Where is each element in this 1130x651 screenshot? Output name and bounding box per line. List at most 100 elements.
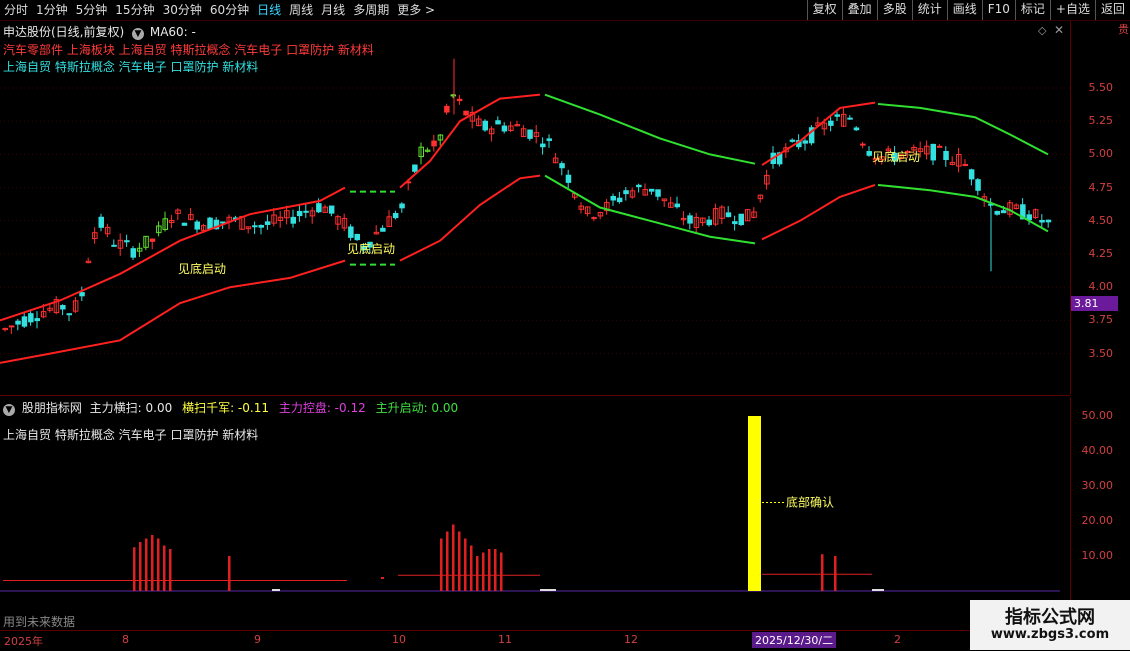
period-tab-2[interactable]: 5分钟	[72, 0, 112, 20]
indicator-panel[interactable]: ▼ 股朋指标网 主力横扫: 0.00 横扫千军: -0.11 主力控盘: -0.…	[0, 397, 1070, 630]
indicator-bar	[440, 538, 443, 591]
date-axis: 2025年 8 9 10 11 12 2025/12/30/二 2	[0, 630, 1130, 651]
candle-body	[994, 210, 1000, 215]
candle-body	[687, 215, 693, 224]
candle-body	[975, 179, 981, 191]
indicator-bar	[476, 556, 479, 591]
lower-band	[399, 174, 541, 262]
toolbar-button-1[interactable]: 叠加	[841, 0, 877, 20]
bottom-confirm-label: 底部确认	[786, 495, 834, 510]
indicator-bar	[139, 542, 142, 591]
period-tab-4[interactable]: 30分钟	[159, 0, 206, 20]
candle-body	[399, 203, 405, 209]
price-tick: 5.50	[1088, 81, 1114, 94]
watermark-title: 指标公式网	[1005, 607, 1095, 628]
indicator-tick: 30.00	[1081, 479, 1114, 492]
period-tab-0[interactable]: 分时	[0, 0, 32, 20]
toolbar-button-5[interactable]: F10	[981, 0, 1015, 20]
candle-body	[559, 163, 565, 169]
toolbar-button-6[interactable]: 标记	[1014, 0, 1050, 20]
indicator-tick: 20.00	[1081, 514, 1114, 527]
candle-body	[181, 222, 188, 226]
upper-band-green	[877, 102, 1049, 156]
candle-body	[66, 313, 72, 316]
candle-body	[623, 190, 629, 195]
toolbar-button-0[interactable]: 复权	[806, 0, 842, 20]
period-tab-1[interactable]: 1分钟	[32, 0, 72, 20]
period-tab-5[interactable]: 60分钟	[206, 0, 253, 20]
toolbar-button-2[interactable]: 多股	[876, 0, 912, 20]
candle-body	[860, 143, 866, 146]
period-tab-7[interactable]: 周线	[285, 0, 317, 20]
current-price-tag: 3.81	[1071, 296, 1119, 311]
candle-body	[636, 184, 642, 188]
date-label: 2	[894, 633, 901, 646]
candle-body	[501, 125, 508, 132]
price-tick: 4.50	[1088, 213, 1114, 227]
date-label: 8	[122, 633, 129, 646]
indicator-bar	[228, 556, 231, 591]
toolbar-button-8[interactable]: 返回	[1094, 0, 1130, 20]
candle-body	[296, 210, 303, 217]
toolbar-button-3[interactable]: 统计	[911, 0, 947, 20]
indicator-bar	[151, 535, 154, 591]
candle-body	[431, 140, 437, 147]
indicator-tick: 40.00	[1081, 444, 1114, 457]
candle-body	[15, 320, 21, 325]
candle-body	[149, 238, 156, 242]
candle-body	[354, 233, 360, 241]
date-label: 9	[254, 633, 261, 646]
candle-body	[1000, 210, 1007, 214]
candle-body	[252, 225, 258, 228]
candle-body	[290, 216, 296, 224]
candle-body	[968, 169, 975, 180]
indicator-chart[interactable]: 底部确认	[0, 397, 1070, 630]
candle-body	[463, 110, 469, 116]
period-tab-9[interactable]: 多周期	[349, 0, 393, 20]
date-label: 10	[392, 633, 406, 646]
indicator-bar	[133, 547, 136, 591]
indicator-tick: 10.00	[1081, 549, 1114, 562]
candle-body	[802, 140, 808, 144]
indicator-bar	[157, 538, 160, 591]
indicator-bar	[163, 545, 166, 591]
candle-body	[98, 216, 104, 228]
period-tab-6[interactable]: 日线	[253, 0, 285, 20]
candle-body	[610, 196, 616, 201]
indicator-tick: 50.00	[1081, 409, 1114, 422]
indicator-bar	[452, 524, 455, 591]
candle-body	[60, 305, 66, 310]
candle-body	[258, 224, 264, 228]
price-tick: 3.75	[1088, 313, 1114, 327]
price-tick: 4.75	[1088, 180, 1114, 194]
candle-body	[28, 313, 34, 323]
candles	[2, 93, 1052, 334]
candle-body	[21, 316, 28, 327]
main-chart-panel[interactable]: 申达股份(日线,前复权) ▼ MA60: - 汽车零部件 上海板块 上海自贸 特…	[0, 21, 1070, 396]
candle-body	[1039, 220, 1045, 223]
toolbar: 分时 1分钟 5分钟 15分钟 30分钟 60分钟 日线 周线 月线 多周期 更多 > 复权 叠加 多股…	[0, 0, 1130, 21]
candle-body	[328, 205, 335, 214]
price-tick: 4.25	[1088, 247, 1114, 260]
indicator-axis: 50.00 40.00 30.00 20.00 10.00	[1070, 397, 1119, 630]
candle-body	[316, 203, 322, 213]
period-tab-10[interactable]: 更多 >	[393, 0, 439, 20]
toolbar-button-7[interactable]: +自选	[1049, 0, 1095, 20]
candle-body	[648, 188, 655, 192]
indicator-mark	[381, 577, 384, 579]
watermark: 指标公式网 www.zbgs3.com	[970, 600, 1130, 650]
candle-body	[591, 217, 597, 220]
candle-body	[456, 98, 463, 102]
candle-body	[655, 189, 661, 197]
candle-body	[565, 174, 572, 183]
candle-body	[706, 219, 712, 226]
period-tab-3[interactable]: 15分钟	[111, 0, 158, 20]
candle-body	[847, 117, 853, 120]
candlestick-chart[interactable]: 见底启动见底启动见底启动	[0, 21, 1070, 395]
candle-body	[674, 203, 680, 208]
candle-body	[866, 151, 872, 156]
period-tab-8[interactable]: 月线	[317, 0, 349, 20]
indicator-bar	[494, 549, 497, 591]
candle-body	[853, 127, 860, 131]
toolbar-button-4[interactable]: 画线	[946, 0, 982, 20]
